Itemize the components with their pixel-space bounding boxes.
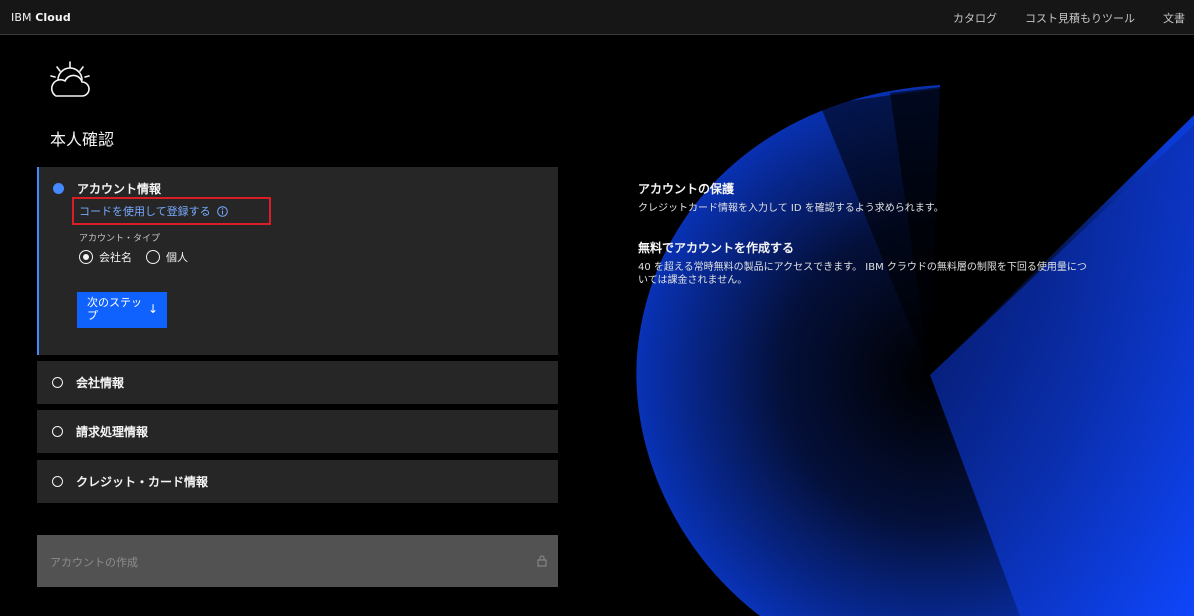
radio-personal-label: 個人	[166, 251, 188, 264]
billing-info-panel[interactable]: 請求処理情報	[37, 410, 558, 453]
credit-card-title: クレジット・カード情報	[76, 475, 209, 489]
account-type-label: アカウント・タイプ	[79, 234, 161, 244]
free-text: 40 を超える常時無料の製品にアクセスできます。 IBM クラウドの無料層の制限…	[638, 262, 1087, 286]
arrow-down-icon: ↓	[147, 302, 158, 316]
lock-icon	[537, 555, 547, 567]
info-icon[interactable]	[217, 206, 228, 217]
account-info-title: アカウント情報	[77, 182, 162, 196]
background-art	[636, 85, 1194, 616]
header-nav: カタログ コスト見積もりツール 文書	[953, 0, 1194, 35]
next-step-label: 次のステップ	[87, 296, 142, 322]
brand-logo[interactable]: IBM Cloud	[11, 11, 71, 24]
step-indicator	[52, 476, 63, 487]
protect-text: クレジットカード情報を入力して ID を確認するよう求められます。	[638, 203, 944, 214]
brand-prefix: IBM	[11, 10, 32, 24]
nav-cost-estimator[interactable]: コスト見積もりツール	[1025, 10, 1135, 26]
next-step-button[interactable]: 次のステップ ↓	[77, 292, 167, 328]
credit-card-panel[interactable]: クレジット・カード情報	[37, 460, 558, 503]
radio-company[interactable]	[79, 250, 93, 264]
top-header: IBM Cloud カタログ コスト見積もりツール 文書	[0, 0, 1194, 35]
radio-option-personal[interactable]: 個人	[146, 249, 188, 265]
free-title: 無料でアカウントを作成する	[638, 241, 795, 255]
step-indicator	[52, 377, 63, 388]
radio-company-label: 会社名	[99, 251, 132, 264]
nav-catalog[interactable]: カタログ	[953, 10, 997, 26]
brand-name: Cloud	[35, 10, 71, 24]
radio-personal[interactable]	[146, 250, 160, 264]
free-account-block: 無料でアカウントを作成する 40 を超える常時無料の製品にアクセスできます。 I…	[638, 239, 1088, 287]
protect-title: アカウントの保護	[638, 182, 735, 196]
billing-info-title: 請求処理情報	[76, 425, 149, 439]
radio-option-company[interactable]: 会社名	[79, 249, 132, 265]
page-title: 本人確認	[50, 130, 115, 149]
step-indicator	[52, 426, 63, 437]
company-info-panel[interactable]: 会社情報	[37, 361, 558, 404]
nav-docs[interactable]: 文書	[1163, 10, 1185, 26]
account-type-radio-group: 会社名 個人	[79, 249, 202, 265]
create-account-label: アカウントの作成	[50, 556, 138, 569]
use-code-link-label: コードを使用して登録する	[79, 205, 211, 218]
protect-account-block: アカウントの保護 クレジットカード情報を入力して ID を確認するよう求められま…	[638, 180, 1088, 215]
account-info-panel: アカウント情報 コードを使用して登録する アカウント・タイプ 会社名 個人 次の…	[37, 167, 558, 355]
create-account-button[interactable]: アカウントの作成	[37, 535, 558, 587]
company-info-title: 会社情報	[76, 376, 125, 390]
use-code-link[interactable]: コードを使用して登録する	[79, 203, 228, 219]
cloud-sun-logo-icon	[50, 61, 90, 97]
step-indicator-active	[53, 183, 64, 194]
